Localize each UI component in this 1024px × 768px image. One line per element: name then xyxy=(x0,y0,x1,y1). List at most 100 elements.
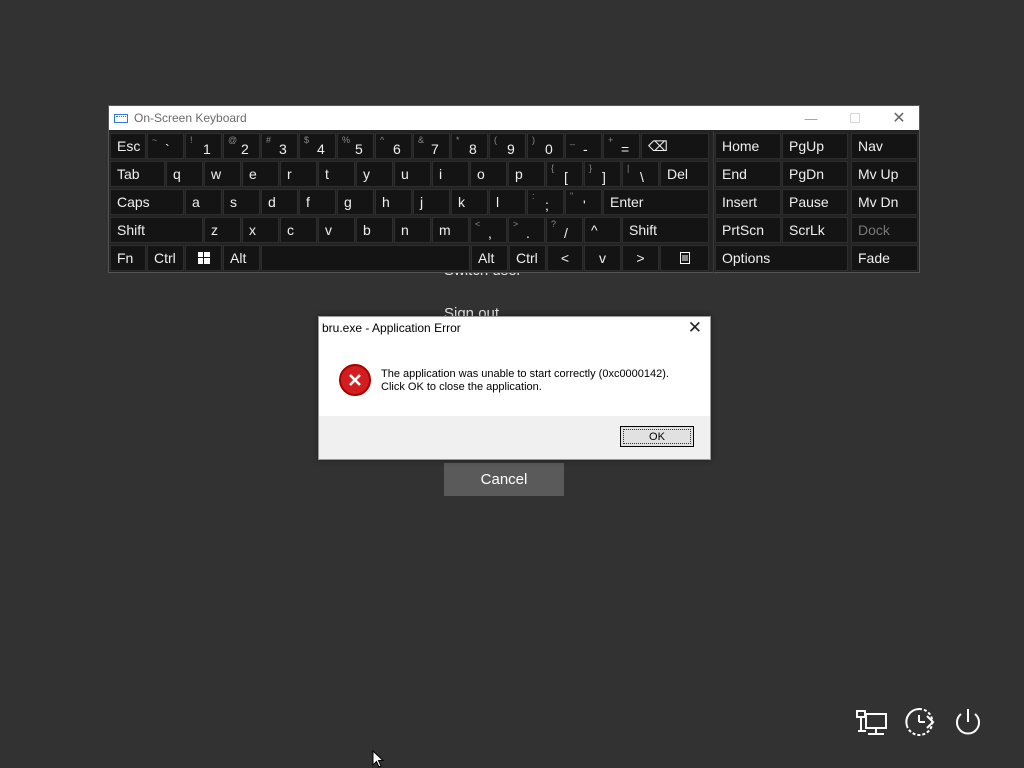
key-3[interactable]: #3 xyxy=(261,133,298,159)
key-e[interactable]: e xyxy=(242,161,279,187)
key-enter[interactable]: Enter xyxy=(603,189,709,215)
key-quote[interactable]: " ' xyxy=(565,189,602,215)
key-minus[interactable]: _ - xyxy=(565,133,602,159)
key-arrow-left[interactable]: < xyxy=(547,245,583,271)
key-backslash[interactable]: | \ xyxy=(622,161,659,187)
key-home[interactable]: Home xyxy=(715,133,781,159)
key-d[interactable]: d xyxy=(261,189,298,215)
key-i[interactable]: i xyxy=(432,161,469,187)
key-0[interactable]: ) 0 xyxy=(527,133,564,159)
key-x[interactable]: x xyxy=(242,217,279,243)
key-t[interactable]: t xyxy=(318,161,355,187)
key-z[interactable]: z xyxy=(204,217,241,243)
cancel-button[interactable]: Cancel xyxy=(444,463,564,496)
key-k[interactable]: k xyxy=(451,189,488,215)
osk-close-button[interactable]: ✕ xyxy=(877,106,921,130)
key-y[interactable]: y xyxy=(356,161,393,187)
key-end[interactable]: End xyxy=(715,161,781,187)
key-tilde[interactable]: ~ ` xyxy=(147,133,184,159)
key-6[interactable]: ^ 6 xyxy=(375,133,412,159)
keyboard-separator xyxy=(713,131,714,273)
key-options[interactable]: Options xyxy=(715,245,848,271)
key-windows[interactable] xyxy=(185,245,222,271)
key-4[interactable]: $4 xyxy=(299,133,336,159)
key-slash[interactable]: ? / xyxy=(546,217,583,243)
key-fn[interactable]: Fn xyxy=(110,245,146,271)
key-a[interactable]: a xyxy=(185,189,222,215)
key-equals[interactable]: + = xyxy=(603,133,640,159)
key-shift-right[interactable]: Shift xyxy=(622,217,709,243)
key-u[interactable]: u xyxy=(394,161,431,187)
key-2[interactable]: @2 xyxy=(223,133,260,159)
power-icon[interactable] xyxy=(950,704,986,740)
key-n[interactable]: n xyxy=(394,217,431,243)
arrow-left-icon: < xyxy=(560,250,570,266)
key-left-bracket[interactable]: {[ xyxy=(546,161,583,187)
key-o[interactable]: o xyxy=(470,161,507,187)
key-fade[interactable]: Fade xyxy=(851,245,918,271)
key-l[interactable]: l xyxy=(489,189,526,215)
key-prtscn[interactable]: PrtScn xyxy=(715,217,781,243)
dialog-title: bru.exe - Application Error xyxy=(322,321,461,335)
key-semicolon[interactable]: :; xyxy=(527,189,564,215)
key-5[interactable]: % 5 xyxy=(337,133,374,159)
key-pause[interactable]: Pause xyxy=(782,189,848,215)
key-mv-dn[interactable]: Mv Dn xyxy=(851,189,918,215)
osk-title-bar[interactable]: On-Screen Keyboard — ✕ xyxy=(109,106,919,130)
key-c[interactable]: c xyxy=(280,217,317,243)
dialog-close-button[interactable]: ✕ xyxy=(688,318,702,338)
key-f[interactable]: f xyxy=(299,189,336,215)
key-h[interactable]: h xyxy=(375,189,412,215)
key-esc[interactable]: Esc xyxy=(110,133,146,159)
key-del[interactable]: Del xyxy=(660,161,709,187)
key-m[interactable]: m xyxy=(432,217,469,243)
key-arrow-up[interactable]: ^ xyxy=(584,217,621,243)
ease-of-access-icon[interactable] xyxy=(901,704,937,740)
key-8[interactable]: * 8 xyxy=(451,133,488,159)
key-comma[interactable]: <, xyxy=(470,217,507,243)
key-w[interactable]: w xyxy=(204,161,241,187)
key-pgup[interactable]: PgUp xyxy=(782,133,848,159)
key-9[interactable]: (9 xyxy=(489,133,526,159)
ok-button[interactable]: OK xyxy=(620,426,694,447)
maximize-icon xyxy=(850,113,860,123)
key-g[interactable]: g xyxy=(337,189,374,215)
key-menu[interactable] xyxy=(660,245,709,271)
key-arrow-down[interactable]: v xyxy=(584,245,621,271)
network-icon[interactable] xyxy=(854,704,890,740)
key-shift-left[interactable]: Shift xyxy=(110,217,203,243)
key-s[interactable]: s xyxy=(223,189,260,215)
key-tab[interactable]: Tab xyxy=(110,161,165,187)
key-alt-right[interactable]: Alt xyxy=(471,245,508,271)
windows-icon xyxy=(197,252,210,264)
maximize-button[interactable] xyxy=(833,106,877,130)
key-backspace[interactable]: ⌫ xyxy=(641,133,709,159)
key-scrlk[interactable]: ScrLk xyxy=(782,217,848,243)
dialog-content: The application was unable to start corr… xyxy=(319,339,710,417)
key-7[interactable]: & 7 xyxy=(413,133,450,159)
key-q[interactable]: q xyxy=(166,161,203,187)
dialog-title-bar[interactable]: bru.exe - Application Error ✕ xyxy=(319,317,710,339)
arrow-down-icon: v xyxy=(599,250,606,266)
key-period[interactable]: >. xyxy=(508,217,545,243)
key-r[interactable]: r xyxy=(280,161,317,187)
minimize-button[interactable]: — xyxy=(789,106,833,130)
key-alt-left[interactable]: Alt xyxy=(223,245,260,271)
key-space[interactable] xyxy=(261,245,470,271)
key-p[interactable]: p xyxy=(508,161,545,187)
arrow-right-icon: > xyxy=(636,250,645,266)
key-b[interactable]: b xyxy=(356,217,393,243)
key-caps[interactable]: Caps xyxy=(110,189,184,215)
key-j[interactable]: j xyxy=(413,189,450,215)
key-mv-up[interactable]: Mv Up xyxy=(851,161,918,187)
key-ctrl-left[interactable]: Ctrl xyxy=(147,245,184,271)
key-v[interactable]: v xyxy=(318,217,355,243)
key-nav[interactable]: Nav xyxy=(851,133,918,159)
key-pgdn[interactable]: PgDn xyxy=(782,161,848,187)
key-insert[interactable]: Insert xyxy=(715,189,781,215)
key-1[interactable]: ! 1 xyxy=(185,133,222,159)
key-ctrl-right[interactable]: Ctrl xyxy=(509,245,546,271)
osk-keys: Esc ~ ` ! 1 @2 #3 $4 % 5 ^ 6 & 7 * 8 (9 ) 0 _ - … xyxy=(109,131,921,273)
key-right-bracket[interactable]: }] xyxy=(584,161,621,187)
key-arrow-right[interactable]: > xyxy=(622,245,659,271)
